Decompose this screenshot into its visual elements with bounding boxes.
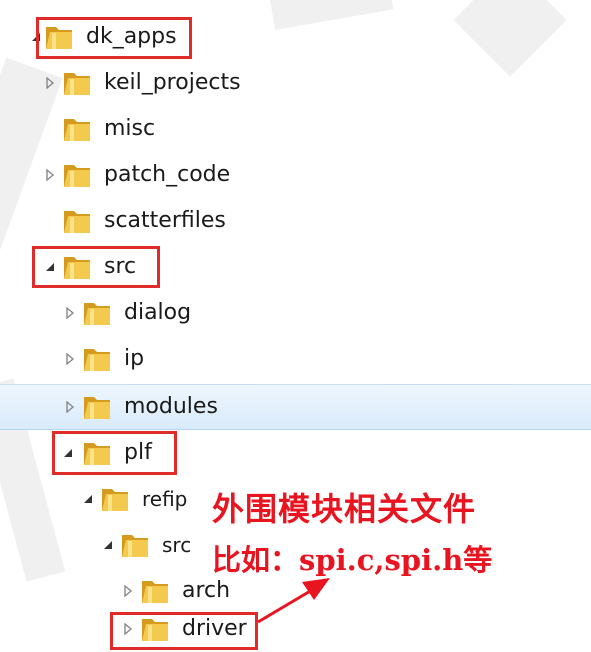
tree-item-label: scatterfiles: [104, 208, 226, 233]
triangle-expanded-icon[interactable]: [102, 539, 114, 551]
highlight-box: [110, 612, 258, 650]
triangle-collapsed-icon[interactable]: [44, 169, 56, 181]
tree-item-label: misc: [104, 116, 156, 141]
triangle-expanded-icon[interactable]: [82, 493, 94, 505]
folder-icon: [122, 535, 148, 557]
tree-item-label: src: [162, 533, 192, 557]
triangle-collapsed-icon[interactable]: [122, 585, 134, 597]
tree-item-label: modules: [124, 394, 218, 419]
tree-item-label: patch_code: [104, 162, 231, 187]
tree-item-dialog[interactable]: dialog: [0, 290, 591, 336]
triangle-collapsed-icon[interactable]: [44, 77, 56, 89]
tree-item-modules[interactable]: modules: [0, 384, 591, 430]
folder-icon: [64, 119, 90, 141]
annotation-arrow: [257, 578, 330, 624]
tree-item-label: refip: [142, 487, 188, 511]
folder-icon: [102, 489, 128, 511]
triangle-collapsed-icon[interactable]: [64, 307, 76, 319]
folder-icon: [64, 73, 90, 95]
highlight-box: [52, 431, 177, 475]
folder-icon: [84, 397, 110, 419]
triangle-collapsed-icon[interactable]: [64, 353, 76, 365]
tree-item-label: dialog: [124, 300, 192, 325]
folder-icon: [84, 349, 110, 371]
highlight-box: [32, 246, 160, 288]
folder-icon: [84, 303, 110, 325]
tree-item-label: keil_projects: [104, 70, 241, 95]
triangle-collapsed-icon[interactable]: [64, 401, 76, 413]
annotation-line-1: 外围模块相关文件: [212, 490, 477, 528]
folder-icon: [64, 211, 90, 233]
tree-item-keil-projects[interactable]: keil_projects: [0, 60, 591, 106]
tree-item-ip[interactable]: ip: [0, 336, 591, 382]
tree-item-label: ip: [124, 346, 145, 371]
tree-item-patch-code[interactable]: patch_code: [0, 152, 591, 198]
highlight-box: [36, 17, 192, 59]
tree-item-misc[interactable]: misc: [0, 106, 591, 152]
folder-icon: [142, 581, 168, 603]
tree-item-scatterfiles[interactable]: scatterfiles: [0, 198, 591, 244]
folder-icon: [64, 165, 90, 187]
tree-item-label: arch: [182, 578, 231, 603]
